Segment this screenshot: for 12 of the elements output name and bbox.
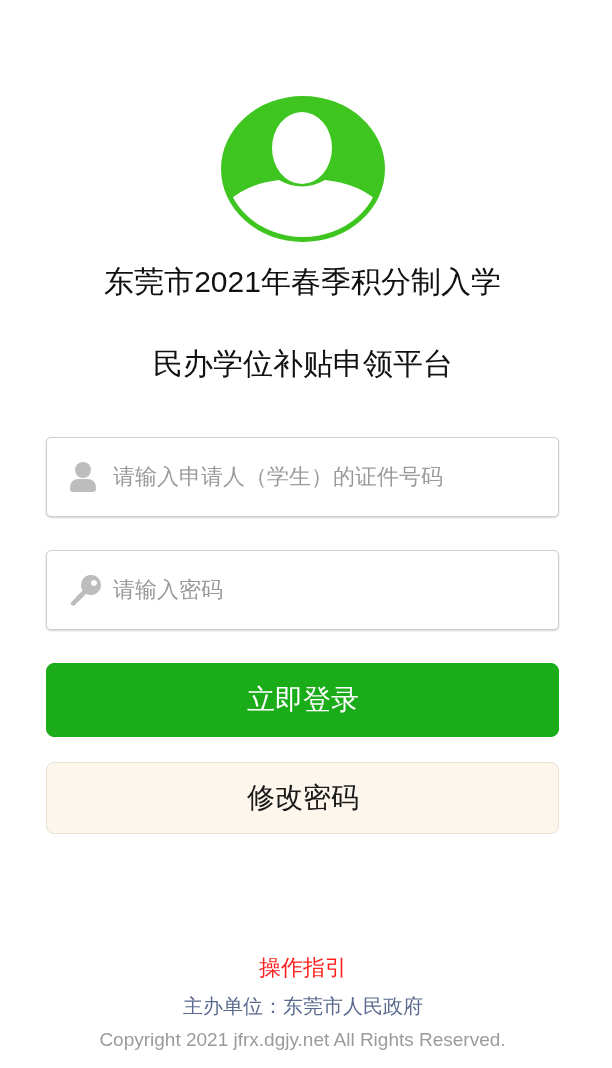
password-field[interactable]: 请输入密码 <box>46 550 559 630</box>
change-password-button[interactable]: 修改密码 <box>46 762 559 834</box>
page-title: 东莞市2021年春季积分制入学 <box>104 264 501 300</box>
user-icon <box>70 462 96 492</box>
id-number-field[interactable]: 请输入申请人（学生）的证件号码 <box>46 437 559 517</box>
copyright-text: Copyright 2021 jfrx.dgjy.net All Rights Reserved. <box>99 1028 506 1052</box>
page-title: 民办学位补贴申领平台 <box>152 346 453 382</box>
user-avatar-icon <box>220 96 385 242</box>
organizer-text: 主办单位：东莞市人民政府 <box>182 994 423 1019</box>
login-button[interactable]: 立即登录 <box>46 663 559 737</box>
guide-link[interactable]: 操作指引 <box>258 953 347 983</box>
key-icon <box>70 574 102 606</box>
